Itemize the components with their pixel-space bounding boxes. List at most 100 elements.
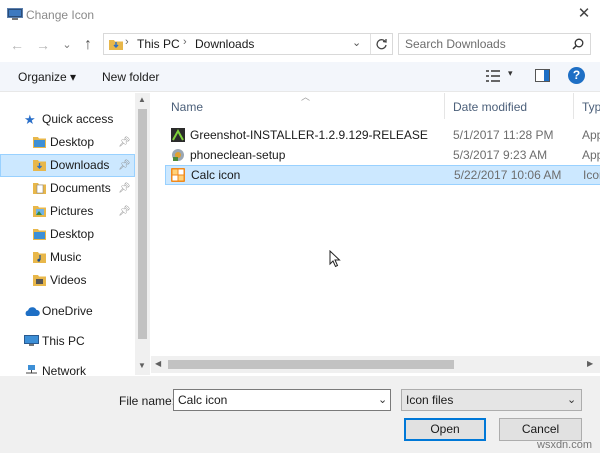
column-header-type[interactable]: Typ xyxy=(582,100,600,114)
title-bar: Change Icon ✕ xyxy=(0,0,600,30)
horizontal-scrollbar[interactable]: ◀ ▶ xyxy=(151,356,600,373)
sidebar-item-desktop[interactable]: Desktop 📌︎ xyxy=(0,131,136,154)
column-divider[interactable] xyxy=(573,93,574,119)
file-type-select[interactable]: Icon files ⌄ xyxy=(401,389,582,411)
sidebar-item-onedrive[interactable]: OneDrive xyxy=(0,300,136,323)
sidebar-item-label: Desktop xyxy=(50,227,95,241)
cloud-icon xyxy=(25,307,40,316)
view-dropdown-icon[interactable]: ▾ xyxy=(508,68,513,79)
sidebar-item-label: Pictures xyxy=(50,204,94,218)
sidebar-item-label: Desktop xyxy=(50,135,95,149)
file-name: phoneclean-setup xyxy=(190,148,286,162)
mouse-cursor-icon xyxy=(329,250,341,268)
star-icon: ★ xyxy=(24,112,36,127)
new-folder-button[interactable]: New folder xyxy=(102,70,159,84)
sidebar-item-desktop-2[interactable]: Desktop xyxy=(0,223,136,246)
sidebar-item-this-pc[interactable]: This PC xyxy=(0,330,136,353)
file-type: Icon xyxy=(583,168,600,182)
scroll-thumb[interactable] xyxy=(168,360,454,369)
organize-button[interactable]: Organize ▾ xyxy=(18,70,76,84)
cancel-button[interactable]: Cancel xyxy=(499,418,582,441)
sidebar-item-downloads[interactable]: Downloads 📌︎ xyxy=(0,154,135,177)
download-folder-icon xyxy=(109,40,123,50)
setup-icon xyxy=(172,149,184,161)
pin-icon[interactable]: 📌︎ xyxy=(118,177,131,200)
pin-icon[interactable]: 📌︎ xyxy=(118,155,131,176)
file-type: App xyxy=(582,128,600,142)
scroll-up-icon[interactable]: ▲ xyxy=(138,95,146,104)
window-title: Change Icon xyxy=(26,8,95,22)
view-options-icon[interactable] xyxy=(486,70,500,82)
sidebar-item-label: OneDrive xyxy=(42,304,93,318)
sidebar-item-label: Videos xyxy=(50,273,87,287)
scroll-thumb[interactable] xyxy=(138,109,147,339)
file-type-value: Icon files xyxy=(406,393,454,407)
sidebar-item-quick-access[interactable]: ★ Quick access xyxy=(0,108,136,131)
file-name-field[interactable]: Calc icon ⌄ xyxy=(173,389,391,411)
installer-icon xyxy=(171,128,185,142)
document-folder-icon xyxy=(33,183,46,194)
column-header-name[interactable]: Name xyxy=(171,100,203,114)
download-folder-icon xyxy=(33,160,46,171)
file-list: ︿ Name Date modified Typ Greenshot-INSTA… xyxy=(151,93,600,355)
scroll-right-icon[interactable]: ▶ xyxy=(587,359,593,368)
sidebar-item-label: This PC xyxy=(42,334,85,348)
sidebar-item-videos[interactable]: Videos xyxy=(0,269,136,292)
up-button[interactable]: ↑ xyxy=(79,36,97,54)
chevron-down-icon[interactable]: ⌄ xyxy=(378,390,387,410)
folder-icon xyxy=(33,229,46,240)
navigation-pane: ★ Quick access Desktop 📌︎ Downloads 📌︎ D… xyxy=(0,93,150,375)
file-name-label: File name: xyxy=(119,394,176,408)
file-row[interactable]: Greenshot-INSTALLER-1.2.9.129-RELEASE 5/… xyxy=(165,125,600,145)
preview-pane-icon[interactable] xyxy=(535,69,550,82)
app-window-icon xyxy=(7,8,23,20)
sidebar-item-label: Documents xyxy=(50,181,111,195)
column-divider[interactable] xyxy=(444,93,445,119)
search-box[interactable]: Search Downloads xyxy=(398,33,591,55)
scroll-down-icon[interactable]: ▼ xyxy=(138,361,146,370)
sidebar-item-label: Music xyxy=(50,250,82,264)
network-icon xyxy=(26,365,37,374)
recent-locations-button[interactable]: ⌄ xyxy=(58,36,76,54)
chevron-down-icon[interactable]: ⌄ xyxy=(567,390,576,410)
watermark: wsxdn.com xyxy=(537,439,593,451)
file-date: 5/1/2017 11:28 PM xyxy=(453,128,554,142)
music-folder-icon xyxy=(33,252,46,263)
column-header-date-modified[interactable]: Date modified xyxy=(453,100,527,114)
breadcrumb-this-pc[interactable]: This PC xyxy=(137,37,180,51)
help-icon[interactable]: ? xyxy=(568,67,585,84)
sidebar-item-network[interactable]: Network xyxy=(0,360,136,375)
sort-ascending-icon: ︿ xyxy=(301,93,311,102)
sidebar-scrollbar[interactable]: ▲ ▼ xyxy=(135,93,150,375)
back-button[interactable]: ← xyxy=(8,36,26,54)
folder-icon xyxy=(33,137,46,148)
file-row-selected[interactable]: Calc icon 5/22/2017 10:06 AM Icon xyxy=(165,165,600,185)
file-name-value: Calc icon xyxy=(178,393,228,407)
dialog-footer: File name: Calc icon ⌄ Icon files ⌄ Open… xyxy=(0,376,600,453)
close-button[interactable]: ✕ xyxy=(570,2,598,26)
pin-icon[interactable]: 📌︎ xyxy=(118,200,131,223)
open-button[interactable]: Open xyxy=(404,418,486,441)
address-dropdown-icon[interactable]: ⌄ xyxy=(352,36,361,49)
refresh-icon[interactable] xyxy=(375,38,388,51)
sidebar-item-music[interactable]: Music xyxy=(0,246,136,269)
sidebar-item-documents[interactable]: Documents 📌︎ xyxy=(0,177,136,200)
calculator-icon xyxy=(171,168,185,182)
file-name: Calc icon xyxy=(191,168,241,182)
file-type: App xyxy=(582,148,600,162)
address-bar[interactable]: › This PC › Downloads ⌄ xyxy=(103,33,393,55)
pin-icon[interactable]: 📌︎ xyxy=(118,131,131,154)
sidebar-item-label: Downloads xyxy=(50,158,110,172)
video-folder-icon xyxy=(33,275,46,286)
file-row[interactable]: phoneclean-setup 5/3/2017 9:23 AM App xyxy=(165,145,600,165)
file-date: 5/22/2017 10:06 AM xyxy=(454,168,562,182)
breadcrumb-downloads[interactable]: Downloads xyxy=(195,37,254,51)
search-input[interactable]: Search Downloads xyxy=(405,37,506,51)
forward-button[interactable]: → xyxy=(34,36,52,54)
scroll-left-icon[interactable]: ◀ xyxy=(155,359,161,368)
sidebar-item-label: Network xyxy=(42,364,87,375)
search-icon[interactable] xyxy=(572,38,584,50)
divider xyxy=(370,34,371,54)
breadcrumb-separator: › xyxy=(183,36,187,48)
sidebar-item-pictures[interactable]: Pictures 📌︎ xyxy=(0,200,136,223)
